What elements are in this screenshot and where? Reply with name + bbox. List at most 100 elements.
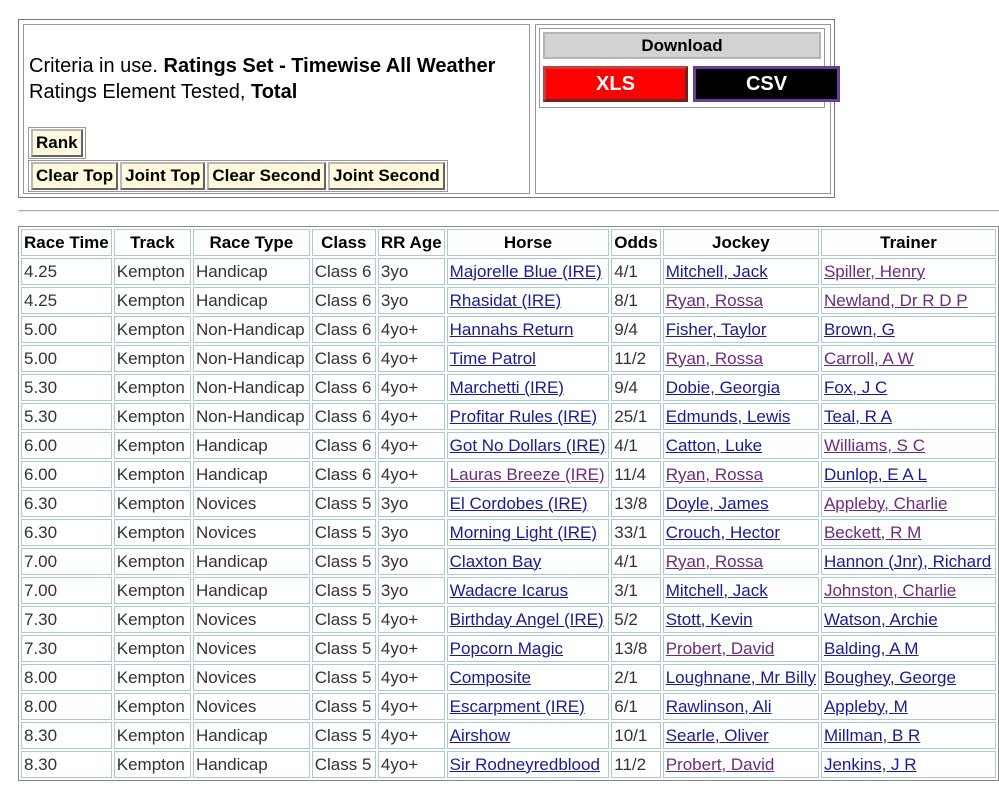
joint-top-button[interactable]: Joint Top [120,162,206,190]
odds-cell: 4/1 [611,258,661,285]
horse-link[interactable]: Got No Dollars (IRE) [450,436,606,455]
jockey-link[interactable]: Rawlinson, Ali [666,697,772,716]
horse-cell: Hannahs Return [446,316,610,343]
race-time-cell: 5.00 [21,316,112,343]
trainer-link[interactable]: Balding, A M [824,639,919,658]
track-cell: Kempton [113,519,191,546]
trainer-cell: Watson, Archie [820,606,996,633]
trainer-link[interactable]: Spiller, Henry [824,262,925,281]
race-type-cell: Handicap [192,548,310,575]
horse-cell: El Cordobes (IRE) [446,490,610,517]
class-cell: Class 6 [311,461,376,488]
jockey-link[interactable]: Fisher, Taylor [666,320,767,339]
jockey-cell: Loughnane, Mr Billy [662,664,819,691]
race-time-cell: 4.25 [21,287,112,314]
horse-link[interactable]: Escarpment (IRE) [450,697,585,716]
horse-link[interactable]: Birthday Angel (IRE) [450,610,604,629]
jockey-link[interactable]: Catton, Luke [666,436,762,455]
rr-age-cell: 3yo [377,287,445,314]
trainer-cell: Williams, S C [820,432,996,459]
trainer-cell: Johnston, Charlie [820,577,996,604]
horse-link[interactable]: Composite [450,668,531,687]
jockey-link[interactable]: Searle, Oliver [666,726,769,745]
jockey-link[interactable]: Dobie, Georgia [666,378,780,397]
jockey-link[interactable]: Probert, David [666,639,775,658]
trainer-cell: Spiller, Henry [820,258,996,285]
horse-link[interactable]: Profitar Rules (IRE) [450,407,597,426]
jockey-link[interactable]: Crouch, Hector [666,523,780,542]
jockey-cell: Ryan, Rossa [662,548,819,575]
jockey-link[interactable]: Ryan, Rossa [666,465,763,484]
trainer-link[interactable]: Fox, J C [824,378,887,397]
horse-link[interactable]: Wadacre Icarus [450,581,568,600]
jockey-link[interactable]: Loughnane, Mr Billy [666,668,816,687]
jockey-link[interactable]: Ryan, Rossa [666,552,763,571]
horse-link[interactable]: Time Patrol [450,349,536,368]
class-cell: Class 6 [311,403,376,430]
trainer-cell: Appleby, Charlie [820,490,996,517]
jockey-link[interactable]: Ryan, Rossa [666,349,763,368]
jockey-link[interactable]: Mitchell, Jack [666,262,768,281]
trainer-link[interactable]: Williams, S C [824,436,925,455]
class-cell: Class 5 [311,722,376,749]
trainer-link[interactable]: Teal, R A [824,407,892,426]
jockey-link[interactable]: Ryan, Rossa [666,291,763,310]
rank-button[interactable]: Rank [31,129,83,157]
horse-cell: Morning Light (IRE) [446,519,610,546]
odds-cell: 2/1 [611,664,661,691]
horse-link[interactable]: Hannahs Return [450,320,574,339]
horse-link[interactable]: Sir Rodneyredblood [450,755,600,774]
horse-link[interactable]: Claxton Bay [450,552,542,571]
class-cell: Class 5 [311,635,376,662]
trainer-link[interactable]: Johnston, Charlie [824,581,956,600]
jockey-link[interactable]: Edmunds, Lewis [666,407,791,426]
jockey-link[interactable]: Probert, David [666,755,775,774]
criteria-text: Criteria in use. Ratings Set - Timewise … [29,53,495,105]
trainer-link[interactable]: Appleby, Charlie [824,494,947,513]
trainer-link[interactable]: Boughey, George [824,668,956,687]
trainer-cell: Beckett, R M [820,519,996,546]
clear-top-button[interactable]: Clear Top [31,162,119,190]
track-cell: Kempton [113,287,191,314]
jockey-link[interactable]: Doyle, James [666,494,769,513]
horse-link[interactable]: Rhasidat (IRE) [450,291,561,310]
horse-link[interactable]: El Cordobes (IRE) [450,494,588,513]
horse-link[interactable]: Airshow [450,726,510,745]
trainer-link[interactable]: Carroll, A W [824,349,914,368]
trainer-link[interactable]: Beckett, R M [824,523,921,542]
track-cell: Kempton [113,577,191,604]
rr-age-cell: 4yo+ [377,374,445,401]
trainer-link[interactable]: Hannon (Jnr), Richard [824,552,991,571]
horse-cell: Lauras Breeze (IRE) [446,461,610,488]
trainer-link[interactable]: Watson, Archie [824,610,938,629]
trainer-link[interactable]: Brown, G [824,320,895,339]
odds-cell: 33/1 [611,519,661,546]
clear-second-button[interactable]: Clear Second [207,162,327,190]
horse-link[interactable]: Popcorn Magic [450,639,563,658]
jockey-link[interactable]: Stott, Kevin [666,610,753,629]
element-prefix: Ratings Element Tested, [29,81,251,103]
header-race-type: Race Type [192,229,310,256]
xls-download-button[interactable]: XLS [543,66,688,102]
trainer-link[interactable]: Dunlop, E A L [824,465,927,484]
joint-second-button[interactable]: Joint Second [328,162,445,190]
trainer-link[interactable]: Millman, B R [824,726,920,745]
jockey-cell: Rawlinson, Ali [662,693,819,720]
jockey-link[interactable]: Mitchell, Jack [666,581,768,600]
horse-link[interactable]: Morning Light (IRE) [450,523,597,542]
track-cell: Kempton [113,693,191,720]
horse-cell: Wadacre Icarus [446,577,610,604]
trainer-link[interactable]: Appleby, M [824,697,908,716]
horse-link[interactable]: Lauras Breeze (IRE) [450,465,605,484]
track-cell: Kempton [113,751,191,778]
download-box: Download XLS CSV [539,28,840,108]
horse-link[interactable]: Marchetti (IRE) [450,378,564,397]
horse-link[interactable]: Majorelle Blue (IRE) [450,262,602,281]
trainer-link[interactable]: Newland, Dr R D P [824,291,968,310]
track-cell: Kempton [113,374,191,401]
trainer-link[interactable]: Jenkins, J R [824,755,917,774]
race-type-cell: Handicap [192,722,310,749]
csv-download-button[interactable]: CSV [693,66,840,102]
track-cell: Kempton [113,606,191,633]
ratings-set: Ratings Set - Timewise All Weather [163,55,496,77]
